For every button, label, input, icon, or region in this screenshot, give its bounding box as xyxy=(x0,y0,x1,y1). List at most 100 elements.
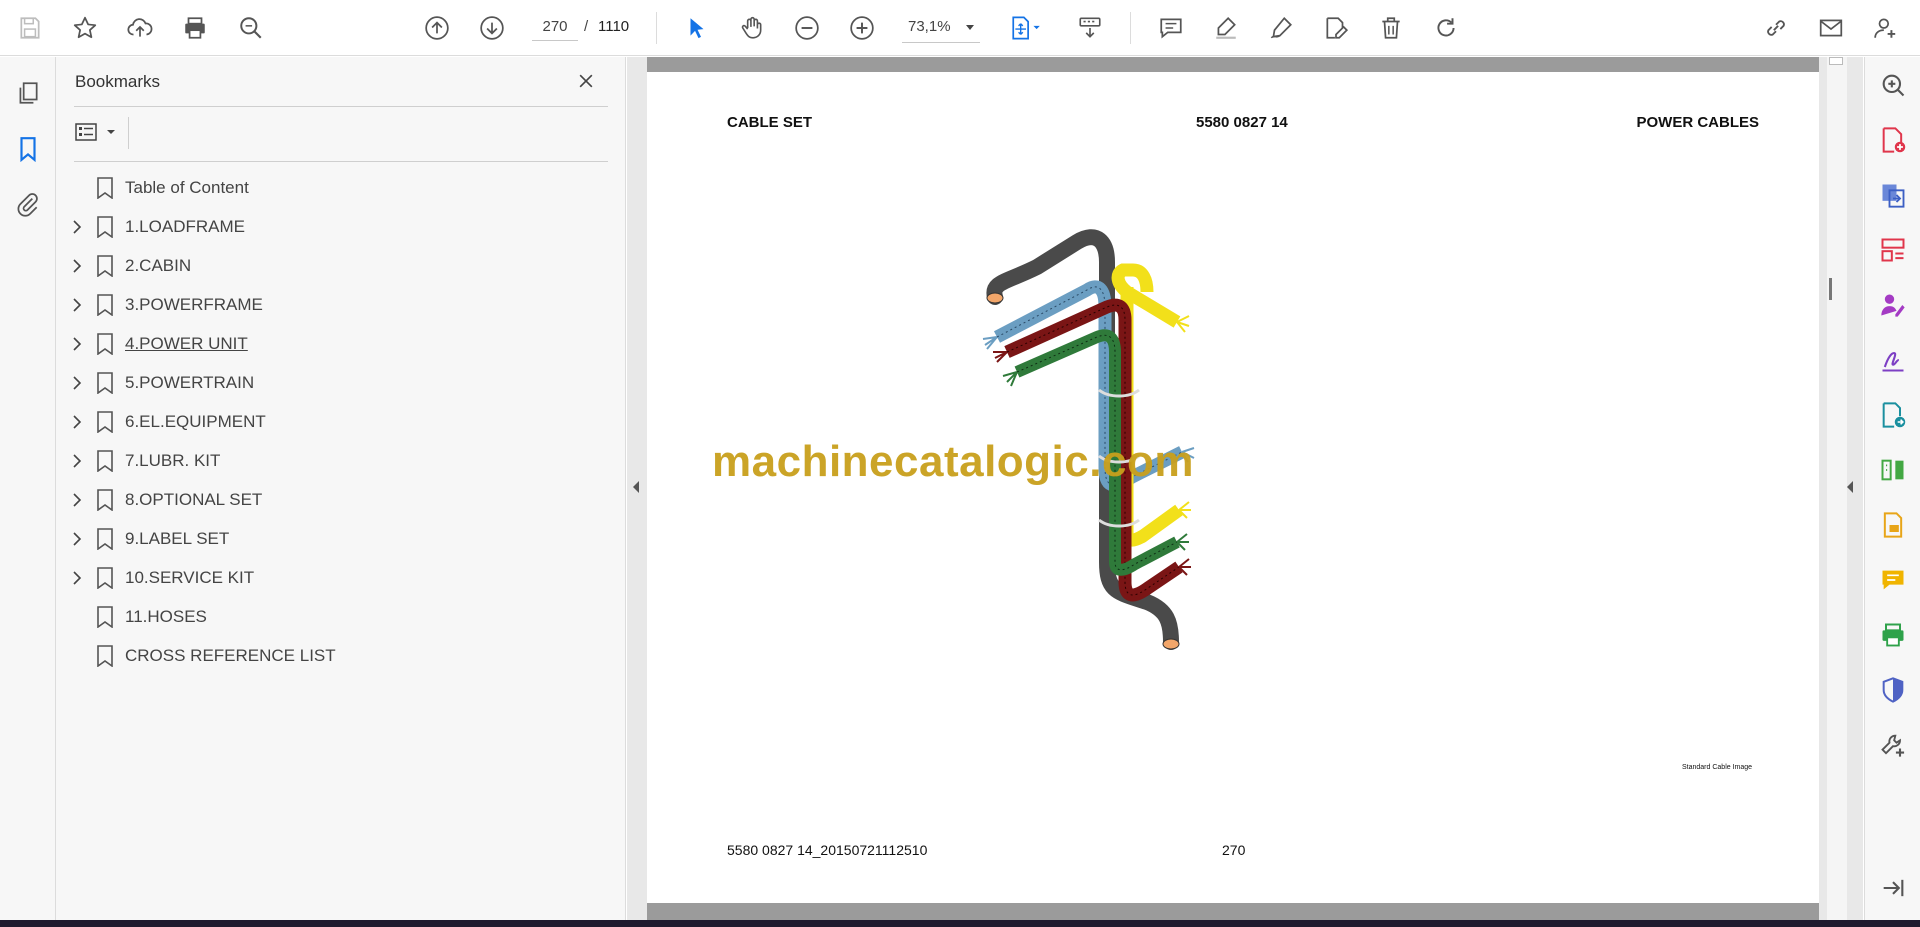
page-thumbnails-icon[interactable] xyxy=(10,75,46,111)
bookmark-icon xyxy=(97,489,113,511)
chevron-right-icon[interactable] xyxy=(69,258,85,274)
prev-page-icon[interactable] xyxy=(419,10,455,46)
bookmark-list: Table of Content 1.LOADFRAME 2.CABIN 3.P… xyxy=(56,168,626,675)
bookmark-label: 6.EL.EQUIPMENT xyxy=(125,412,266,431)
header-left: CABLE SET xyxy=(727,114,813,131)
collapse-right-panel-icon[interactable] xyxy=(1844,478,1856,496)
user-icon[interactable] xyxy=(1868,10,1904,46)
request-signature-icon[interactable] xyxy=(1875,287,1911,323)
list-options-icon xyxy=(75,123,97,141)
page-separator: / xyxy=(584,18,589,35)
chevron-right-icon[interactable] xyxy=(69,336,85,352)
compare-files-icon[interactable] xyxy=(1875,452,1911,488)
chevron-right-icon[interactable] xyxy=(69,375,85,391)
bookmark-item[interactable]: 8.OPTIONAL SET xyxy=(56,480,626,519)
attachment-icon[interactable] xyxy=(10,186,46,222)
export-pdf-icon[interactable] xyxy=(1875,177,1911,213)
bookmark-item[interactable]: 4.POWER UNIT xyxy=(56,324,626,363)
print-icon[interactable] xyxy=(177,10,213,46)
save-icon[interactable] xyxy=(12,10,48,46)
fit-page-icon[interactable] xyxy=(1003,10,1049,46)
hand-icon[interactable] xyxy=(734,10,770,46)
scrollbar-thumb[interactable] xyxy=(1829,278,1832,300)
comment-tool-icon[interactable] xyxy=(1875,562,1911,598)
bookmark-options-button[interactable] xyxy=(74,118,124,146)
bookmark-item[interactable]: 9.LABEL SET xyxy=(56,519,626,558)
bookmark-icon xyxy=(97,411,113,433)
print-production-icon[interactable] xyxy=(1875,617,1911,653)
chevron-down-icon xyxy=(107,130,115,134)
delete-icon[interactable] xyxy=(1373,10,1409,46)
bookmarks-panel: Bookmarks Table of Content 1.LOADFRAME 2… xyxy=(56,57,626,920)
bookmark-label: 11.HOSES xyxy=(125,607,207,626)
bookmark-icon xyxy=(97,606,113,628)
bookmark-item[interactable]: Table of Content xyxy=(56,168,626,207)
bookmark-item[interactable]: CROSS REFERENCE LIST xyxy=(56,636,626,675)
edit-icon[interactable] xyxy=(1318,10,1354,46)
chevron-right-icon[interactable] xyxy=(69,219,85,235)
bookmark-item[interactable]: 6.EL.EQUIPMENT xyxy=(56,402,626,441)
page-gap xyxy=(647,903,1819,920)
bookmark-icon xyxy=(97,255,113,277)
upload-icon[interactable] xyxy=(122,10,158,46)
star-icon[interactable] xyxy=(67,10,103,46)
bookmark-item[interactable]: 2.CABIN xyxy=(56,246,626,285)
expand-panel-icon[interactable] xyxy=(1875,870,1911,906)
bookmark-label: 10.SERVICE KIT xyxy=(125,568,255,587)
chevron-right-icon[interactable] xyxy=(69,297,85,313)
bookmark-label: 2.CABIN xyxy=(125,256,192,275)
fill-sign-icon[interactable] xyxy=(1875,342,1911,378)
bookmark-item[interactable]: 7.LUBR. KIT xyxy=(56,441,626,480)
collapse-left-panel-icon[interactable] xyxy=(630,478,642,496)
scan-ocr-icon[interactable] xyxy=(1875,507,1911,543)
chevron-right-icon[interactable] xyxy=(69,492,85,508)
zoom-search-icon[interactable] xyxy=(1875,67,1911,103)
more-tools-icon[interactable] xyxy=(1875,727,1911,763)
right-tools-rail xyxy=(1864,57,1920,920)
bookmark-label: 8.OPTIONAL SET xyxy=(125,490,263,509)
zoom-select[interactable]: 73,1% xyxy=(902,13,980,43)
draw-icon[interactable] xyxy=(1263,10,1299,46)
bookmark-label: CROSS REFERENCE LIST xyxy=(125,646,336,665)
image-caption: Standard Cable Image xyxy=(1682,764,1753,771)
next-page-icon[interactable] xyxy=(474,10,510,46)
search-icon[interactable] xyxy=(233,10,269,46)
divider xyxy=(74,161,608,162)
page-number-input[interactable] xyxy=(532,13,578,41)
footer-doc-id: 5580 0827 14_20150721112510 xyxy=(727,842,928,858)
bookmark-panel-icon[interactable] xyxy=(10,131,46,167)
scroll-mode-icon[interactable] xyxy=(1072,10,1108,46)
protect-shield-icon[interactable] xyxy=(1875,672,1911,708)
chevron-right-icon[interactable] xyxy=(69,453,85,469)
bookmark-icon xyxy=(97,294,113,316)
send-review-icon[interactable] xyxy=(1875,397,1911,433)
bookmark-label: 9.LABEL SET xyxy=(125,529,230,548)
divider xyxy=(128,117,129,149)
footer-page-number: 270 xyxy=(1222,842,1246,858)
chevron-right-icon[interactable] xyxy=(69,531,85,547)
share-link-icon[interactable] xyxy=(1758,10,1794,46)
zoom-in-icon[interactable] xyxy=(844,10,880,46)
page-total: 1110 xyxy=(598,18,630,35)
bookmark-item[interactable]: 3.POWERFRAME xyxy=(56,285,626,324)
bookmark-icon xyxy=(97,645,113,667)
chevron-right-icon[interactable] xyxy=(69,570,85,586)
top-toolbar: / 1110 73,1% xyxy=(0,0,1920,56)
organize-pages-icon[interactable] xyxy=(1875,232,1911,268)
bookmark-item[interactable]: 1.LOADFRAME xyxy=(56,207,626,246)
bookmark-item[interactable]: 10.SERVICE KIT xyxy=(56,558,626,597)
bookmark-item[interactable]: 5.POWERTRAIN xyxy=(56,363,626,402)
bookmark-item[interactable]: 11.HOSES xyxy=(56,597,626,636)
email-icon[interactable] xyxy=(1813,10,1849,46)
select-icon[interactable] xyxy=(679,10,715,46)
comment-icon[interactable] xyxy=(1153,10,1189,46)
rotate-icon[interactable] xyxy=(1428,10,1464,46)
chevron-right-icon[interactable] xyxy=(69,414,85,430)
zoom-out-icon[interactable] xyxy=(789,10,825,46)
close-icon[interactable] xyxy=(573,68,599,94)
highlight-icon[interactable] xyxy=(1208,10,1244,46)
toolbar-divider xyxy=(1130,12,1131,44)
create-pdf-icon[interactable] xyxy=(1875,122,1911,158)
bookmark-label: 3.POWERFRAME xyxy=(125,295,263,314)
scroll-up-button[interactable] xyxy=(1829,57,1843,65)
